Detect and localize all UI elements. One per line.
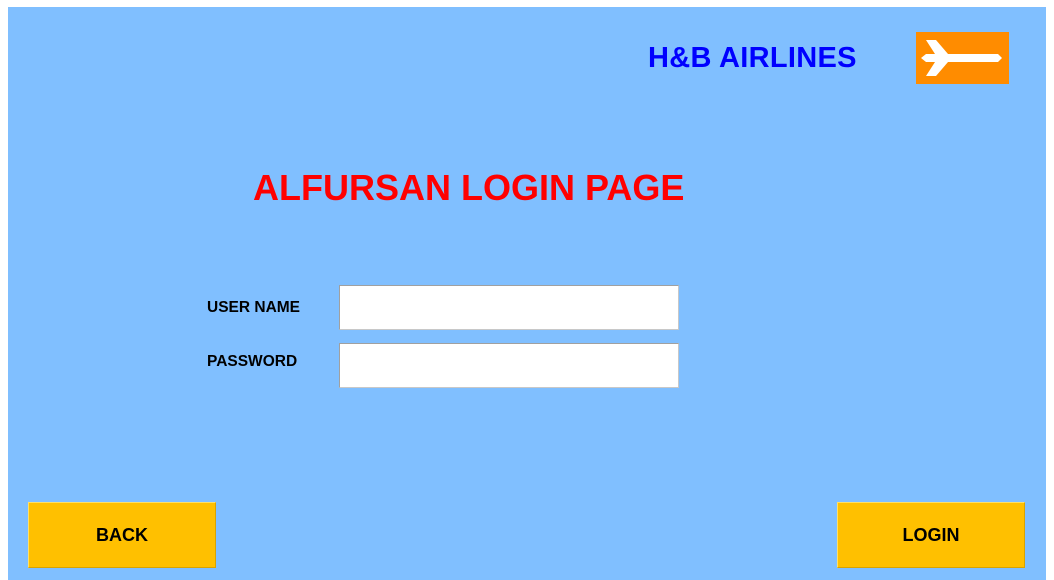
password-label: PASSWORD: [207, 353, 298, 370]
brand-logo: [916, 32, 1009, 84]
username-label: USER NAME: [207, 299, 301, 316]
login-screen: H&B AIRLINES ALFURSAN LOGIN PAGE USER NA…: [8, 7, 1046, 580]
brand-name: H&B AIRLINES: [648, 41, 857, 74]
back-button[interactable]: BACK: [28, 502, 216, 568]
username-field[interactable]: [339, 285, 679, 330]
page-title: ALFURSAN LOGIN PAGE: [253, 167, 685, 208]
airplane-icon: [921, 40, 1002, 76]
login-button[interactable]: LOGIN: [837, 502, 1025, 568]
password-field[interactable]: [339, 343, 679, 388]
brand: H&B AIRLINES: [648, 32, 857, 84]
